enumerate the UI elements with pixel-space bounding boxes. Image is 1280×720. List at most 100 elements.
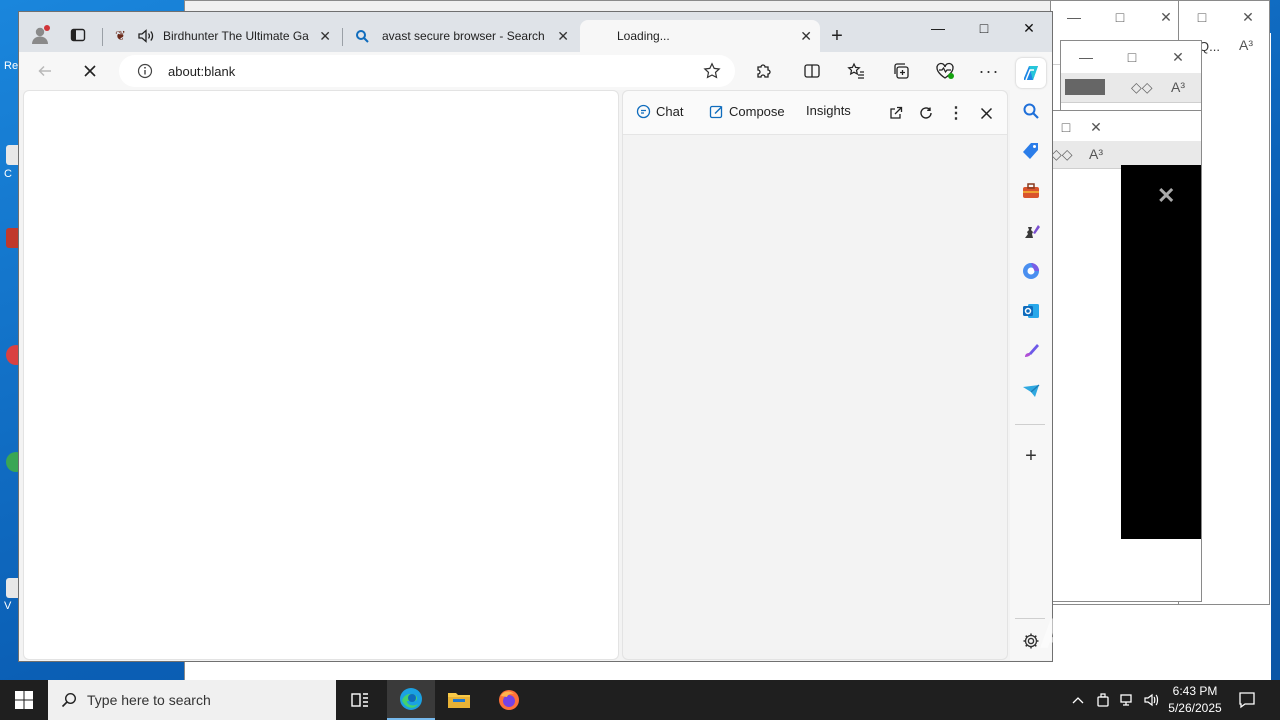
maximize-button[interactable]: □ (1109, 41, 1155, 73)
immersive-reader-icon[interactable]: ◇◇ (1051, 146, 1073, 163)
sidebar-search-button[interactable] (1019, 99, 1043, 123)
volume-button[interactable] (1140, 680, 1162, 720)
tab-actions-button[interactable] (67, 24, 89, 46)
open-in-new-tab-button[interactable] (885, 102, 907, 124)
maximize-button[interactable]: □ (1051, 111, 1081, 143)
desktop-icon-label: Re (4, 60, 19, 72)
read-aloud-icon[interactable]: A³ (1089, 146, 1103, 162)
search-favicon-icon (356, 30, 369, 43)
read-aloud-icon[interactable]: A³ (1239, 37, 1253, 53)
sidebar-designer-button[interactable] (1019, 339, 1043, 363)
video-area[interactable]: ✕ (1121, 165, 1201, 539)
action-center-button[interactable] (1234, 680, 1260, 720)
split-screen-icon (804, 64, 820, 78)
sidebar-shopping-button[interactable] (1019, 139, 1043, 163)
maximize-button[interactable]: □ (1179, 1, 1225, 33)
refresh-icon (920, 107, 932, 119)
tab-separator (342, 28, 343, 46)
background-window: □ ✕ ◇◇ A³ ✕ (1040, 110, 1202, 602)
extensions-button[interactable] (750, 58, 778, 84)
copilot-header: Chat Compose Insights ⋮ (623, 91, 1007, 135)
tab-compose[interactable]: Compose (709, 104, 785, 119)
tab-chat[interactable]: Chat (636, 104, 683, 119)
edge-sidebar: + (1010, 52, 1052, 660)
tab-title: Birdhunter The Ultimate Gar (163, 29, 309, 43)
read-aloud-icon[interactable]: A³ (1171, 79, 1185, 95)
favorite-star-icon[interactable] (703, 62, 721, 80)
games-icon (1025, 225, 1040, 238)
chat-icon (636, 104, 651, 119)
firefox-icon (499, 690, 519, 710)
immersive-reader-icon[interactable]: ◇◇ (1131, 79, 1153, 96)
taskbar-edge-button[interactable] (387, 680, 435, 720)
sidebar-drop-button[interactable] (1019, 379, 1043, 403)
sidebar-outlook-button[interactable] (1019, 299, 1043, 323)
favorites-button[interactable] (842, 58, 870, 84)
tools-icon (1023, 183, 1039, 198)
close-window-button[interactable]: ✕ (1006, 12, 1052, 44)
open-external-icon (890, 106, 903, 119)
minimize-button[interactable]: — (1063, 41, 1109, 73)
chevron-up-icon (1072, 697, 1084, 704)
close-tab-button[interactable]: ✕ (800, 28, 812, 45)
edge-icon (400, 688, 422, 710)
compose-icon (709, 105, 723, 119)
new-tab-button[interactable]: + (825, 24, 849, 48)
desktop-icon-label: C (4, 168, 12, 180)
sidebar-m365-button[interactable] (1019, 259, 1043, 283)
close-panel-button[interactable] (975, 102, 997, 124)
designer-icon (1025, 344, 1039, 357)
minimize-button[interactable]: — (915, 12, 961, 44)
task-view-button[interactable] (336, 680, 384, 720)
maximize-button[interactable]: □ (961, 12, 1007, 44)
collections-button[interactable] (887, 58, 915, 84)
maximize-button[interactable]: □ (1097, 1, 1143, 33)
show-hidden-icons-button[interactable] (1068, 680, 1088, 720)
start-button[interactable] (0, 680, 48, 720)
taskbar: Type here to search 6:43 PM 5/26/2025 (0, 680, 1280, 720)
tab-loading[interactable]: Loading... ✕ (580, 20, 820, 52)
close-button[interactable]: ✕ (1155, 41, 1201, 73)
tab-birdhunter[interactable]: ❦ Birdhunter The Ultimate Gar ✕ (107, 20, 339, 52)
taskbar-firefox-button[interactable] (485, 680, 533, 720)
profile-icon (32, 25, 50, 44)
tab-avast-search[interactable]: avast secure browser - Search ✕ (345, 20, 577, 52)
more-options-button[interactable]: ⋮ (945, 102, 967, 124)
profile-avatar[interactable] (29, 24, 51, 46)
close-tab-button[interactable]: ✕ (557, 28, 569, 45)
navigation-toolbar: about:blank ··· (19, 52, 1052, 90)
settings-more-button[interactable]: ··· (975, 58, 1003, 84)
close-button[interactable]: ✕ (1081, 111, 1111, 143)
tray-app-button[interactable] (1092, 680, 1114, 720)
address-bar[interactable]: about:blank (119, 55, 735, 87)
search-placeholder: Type here to search (87, 692, 211, 708)
toolbar: ◇◇ A³ (1061, 73, 1201, 103)
taskbar-file-explorer-button[interactable] (435, 680, 483, 720)
page-content[interactable] (23, 90, 619, 660)
outlook-icon (1023, 304, 1039, 318)
volume-icon (1144, 693, 1159, 707)
clock-time: 6:43 PM (1172, 684, 1218, 698)
close-tab-button[interactable]: ✕ (319, 28, 331, 45)
browser-essentials-button[interactable] (931, 58, 959, 84)
stop-loading-button[interactable] (76, 58, 104, 84)
sidebar-add-button[interactable]: + (1019, 444, 1043, 468)
address-text[interactable]: about:blank (168, 64, 235, 79)
info-icon[interactable] (137, 63, 153, 79)
back-button[interactable] (31, 58, 59, 84)
sidebar-divider (1015, 424, 1045, 425)
network-button[interactable] (1116, 680, 1138, 720)
close-button[interactable]: ✕ (1225, 1, 1271, 33)
sidebar-tools-button[interactable] (1019, 179, 1043, 203)
build-text: Build 19041.vb_release.191206-1406 (1090, 666, 1257, 677)
taskbar-search-box[interactable]: Type here to search (48, 680, 336, 720)
split-screen-button[interactable] (798, 58, 826, 84)
tab-insights[interactable]: Insights (806, 103, 851, 118)
sidebar-games-button[interactable] (1019, 219, 1043, 243)
heart-pulse-icon (936, 62, 954, 79)
refresh-button[interactable] (915, 102, 937, 124)
copilot-button[interactable] (1016, 58, 1046, 88)
minimize-button[interactable]: — (1051, 1, 1097, 33)
taskbar-clock[interactable]: 6:43 PM 5/26/2025 (1160, 683, 1230, 717)
speaker-icon[interactable] (137, 28, 155, 44)
